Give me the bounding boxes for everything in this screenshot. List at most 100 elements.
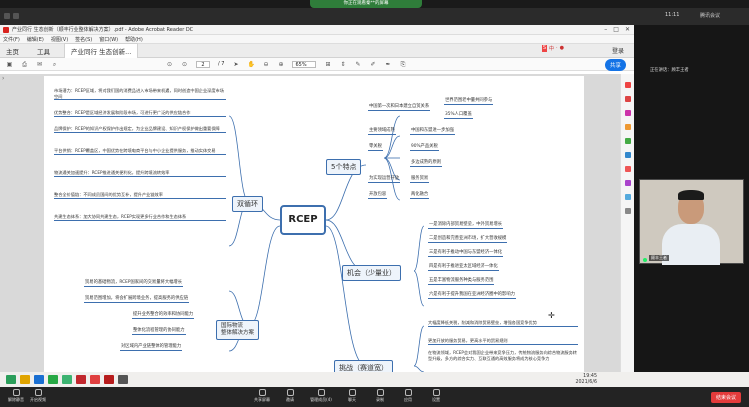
app-icon[interactable] [62,375,72,384]
video-button[interactable]: 开启视频 [24,389,52,403]
hub-double-cycle: 双循环 [232,196,263,212]
app-icon[interactable] [76,375,86,384]
close-icon[interactable]: ✕ [625,26,630,33]
wechat-icon[interactable] [48,375,58,384]
comment-tool-icon[interactable] [624,124,631,130]
apps-button[interactable]: 应用 [394,389,422,403]
gear-icon [432,389,440,396]
menu-edit[interactable]: 编辑(E) [27,36,44,43]
challenge-item: 大幅度降低关税，削减和消除贸易壁垒，增强各国竞争优势 [428,320,578,327]
screen-share-notice[interactable]: 你正在观看秦**的屏幕 [310,0,422,8]
search-icon[interactable]: ⌕ [51,61,58,68]
zoom-in-icon[interactable]: ⊕ [277,61,284,68]
zoom-select[interactable]: 65% [292,60,317,68]
sign-icon[interactable]: ✒ [384,61,391,68]
meeting-app-label[interactable]: 腾讯会议 [700,12,720,19]
cursor-icon: ✛ [548,311,555,320]
window-icon[interactable] [4,13,10,19]
desktop-top-bar [0,8,749,25]
tab-tools[interactable]: 工具 [33,44,54,58]
logistics-item: 整体化流程管理的协同能力 [132,328,186,335]
feature-item: 服务贸易 [410,176,430,183]
fit-page-icon[interactable]: ⊞ [324,61,331,68]
save-icon[interactable]: ▣ [6,61,13,68]
app-icon[interactable] [90,375,100,384]
settings-button[interactable]: 设置 [422,389,450,403]
menu-window[interactable]: 窗口(W) [99,36,118,43]
folder-icon[interactable] [20,375,30,384]
hand-tool-icon[interactable]: ✋ [247,61,254,68]
opportunity-item: 三是有利于推动中国与东盟经济一体化 [428,250,504,257]
ime-s-icon: S [541,45,548,52]
minimize-icon[interactable]: – [604,26,607,33]
opportunity-item: 一是消除内部贸易壁垒，中外贸易增长 [428,222,504,229]
ime-toolbar[interactable]: S 中 · ● [541,45,564,52]
double-cycle-item: 共建生态体系：加大协同共建生态，RCEP实现更多行业合作和生态体系 [54,214,226,221]
right-tools-pane [620,74,634,372]
window-title: 产业同行 生态创新（顺丰行业整体解决方案）.pdf - Adobe Acroba… [12,27,194,33]
screen-share-top-bar: 你正在观看秦**的屏幕 [0,0,749,8]
export-pdf-icon[interactable] [624,82,631,88]
record-label: 录制 [376,397,384,402]
app-icon[interactable] [6,375,16,384]
double-cycle-item: 平台供销：RCEP覆盖区，中国优势在跨境电商平台与中小企业提供服务，推动实体交易 [54,148,226,155]
browser-icon[interactable] [34,375,44,384]
hub-logistics: 国际物流 整体解决方案 [216,320,260,340]
hub-opportunity: 机会（少量业） [342,265,401,281]
menu-file[interactable]: 文件(F) [3,36,20,43]
fill-sign-icon[interactable] [624,194,631,200]
next-page-icon[interactable]: ⊙ [181,61,188,68]
login-link[interactable]: 登录 [612,46,624,55]
feature-item: 开放包容 [368,192,388,199]
prev-page-icon[interactable]: ⊙ [166,61,173,68]
highlight-icon[interactable]: ✐ [369,61,376,68]
chat-button[interactable]: 聊天 [338,389,366,403]
video-label: 开启视频 [30,397,46,402]
more-tools-icon[interactable] [624,208,631,214]
organize-pages-icon[interactable] [624,152,631,158]
maximize-icon[interactable]: □ [613,26,619,33]
document-area[interactable]: › RCEP 5个特点 双循环 机会（少量业） 国际物流 整体解决方案 挑战（赛… [0,74,634,376]
end-meeting-button[interactable]: 结束会议 [710,392,741,403]
menu-sign[interactable]: 签名(S) [75,36,92,43]
record-button[interactable]: 录制 [366,389,394,403]
mic-icon [12,389,20,396]
acrobat-window: 产业同行 生态创新（顺丰行业整体解决方案）.pdf - Adobe Acroba… [0,25,634,376]
ime-chinese-icon: 中 [549,46,555,52]
share-screen-button[interactable]: 共享屏幕 [248,389,276,403]
edit-pdf-icon[interactable] [624,110,631,116]
person-body [662,224,720,265]
menu-help[interactable]: 帮助(H) [125,36,143,43]
menu-view[interactable]: 视图(V) [51,36,68,43]
mail-icon[interactable]: ✉ [36,61,43,68]
scroll-mode-icon[interactable]: ⇕ [339,61,346,68]
double-cycle-item: 市场潜力：RCEP区域，将对我们国的消费品进入市场带来机遇，同时创造中国企业深度… [54,88,226,101]
redact-icon[interactable] [624,166,631,172]
manage-members-button[interactable]: 管理成员(4) [304,389,338,403]
print-icon[interactable]: ⎙ [21,61,28,68]
select-tool-icon[interactable]: ➤ [232,61,239,68]
share-button[interactable]: 共享 [604,59,626,71]
window-icon[interactable] [13,13,19,19]
combine-files-icon[interactable] [624,138,631,144]
page-number-input[interactable]: 2 [196,60,210,68]
participant-video[interactable]: 顾丰王者 [639,179,744,265]
protect-icon[interactable] [624,180,631,186]
comment-icon[interactable]: ✎ [354,61,361,68]
create-pdf-icon[interactable] [624,96,631,102]
tab-home[interactable]: 主页 [2,44,23,58]
record-icon [376,389,384,396]
acrobat-titlebar: 产业同行 生态创新（顺丰行业整体解决方案）.pdf - Adobe Acroba… [0,25,634,35]
acrobat-taskbar-icon[interactable] [104,375,114,384]
meeting-side-panel: 正在讲话：顾丰王者 顾丰王者 [634,25,749,372]
zoom-out-icon[interactable]: ⊖ [262,61,269,68]
tab-document[interactable]: 产业同行 生态创新... [64,43,139,58]
taskbar-clock[interactable]: 19:45 2021/6/6 [575,374,597,385]
ime-mic-icon: ● [559,45,564,51]
collapse-panel-icon[interactable]: › [2,75,4,82]
app-icon[interactable] [118,375,128,384]
clock-date: 2021/6/6 [575,379,597,385]
page-total: / 7 [218,61,225,67]
invite-button[interactable]: 邀请 [276,389,304,403]
stamp-icon[interactable]: ⎘ [399,61,406,68]
